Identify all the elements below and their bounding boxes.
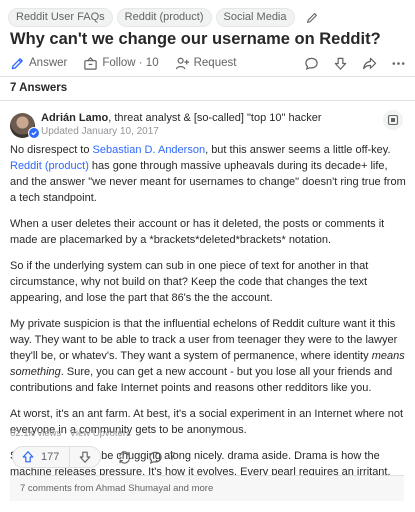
divider bbox=[0, 100, 415, 101]
downvote-arrow-icon bbox=[79, 451, 91, 463]
comments-preview[interactable]: 7 comments from Ahmad Shumayal and more bbox=[10, 475, 404, 501]
answer-timestamp[interactable]: Updated January 10, 2017 bbox=[41, 126, 159, 137]
bookmark-icon bbox=[387, 114, 399, 126]
edit-pencil-icon[interactable] bbox=[305, 11, 319, 25]
views-count[interactable]: 62.1K views · View Upvoters bbox=[10, 428, 131, 439]
author-line: Adrián Lamo, threat analyst & [so-called… bbox=[41, 112, 322, 124]
request-label: Request bbox=[193, 57, 237, 69]
reshare-icon bbox=[119, 450, 131, 464]
author-name[interactable]: Adrián Lamo bbox=[41, 112, 108, 124]
answer-paragraph: When a user deletes their account or has… bbox=[10, 218, 385, 246]
topic-list: Reddit User FAQs Reddit (product) Social… bbox=[8, 8, 319, 27]
answer-pencil-icon bbox=[11, 57, 23, 69]
request-button[interactable]: Request bbox=[175, 56, 237, 71]
comments-button[interactable]: 7 bbox=[148, 450, 175, 465]
answer-paragraph: My private suspicion is that the influen… bbox=[10, 318, 405, 394]
upvote-arrow-icon bbox=[22, 451, 34, 463]
answer-button[interactable]: Answer bbox=[10, 56, 67, 71]
share-icon[interactable] bbox=[362, 56, 377, 71]
topic-chip[interactable]: Reddit User FAQs bbox=[8, 8, 113, 27]
comments-count: 7 bbox=[169, 451, 176, 463]
share-reshare-button[interactable] bbox=[117, 450, 132, 465]
answer-paragraph: No disrespect to Sebastian D. Anderson, … bbox=[10, 144, 406, 204]
downvote-icon[interactable] bbox=[333, 56, 348, 71]
follow-button[interactable]: Follow · 10 bbox=[83, 56, 159, 71]
comment-icon[interactable] bbox=[304, 56, 319, 71]
question-title[interactable]: Why can't we change our username on Redd… bbox=[10, 30, 381, 49]
mention-link[interactable]: Sebastian D. Anderson bbox=[93, 144, 206, 156]
answer-paragraph: So if the underlying system can sub in o… bbox=[10, 260, 369, 304]
comment-bubble-icon bbox=[149, 451, 163, 464]
follow-label: Follow · 10 bbox=[102, 57, 159, 69]
more-options-icon[interactable] bbox=[391, 56, 406, 71]
author-credential: , threat analyst & [so-called] "top 10" … bbox=[108, 112, 322, 124]
topic-chip[interactable]: Reddit (product) bbox=[116, 8, 212, 27]
request-person-plus-icon bbox=[175, 57, 189, 69]
question-secondary-actions bbox=[304, 56, 406, 71]
question-actions: Answer Follow · 10 Request bbox=[10, 54, 406, 72]
follow-icon bbox=[84, 56, 98, 70]
answer-action-bar: 177 7 bbox=[12, 446, 175, 468]
downvote-button[interactable] bbox=[70, 447, 100, 467]
answers-count: 7 Answers bbox=[10, 82, 68, 94]
upvote-button[interactable]: 177 bbox=[13, 447, 71, 467]
topic-link[interactable]: Reddit (product) bbox=[10, 160, 89, 172]
answer-more-button[interactable] bbox=[383, 110, 403, 130]
verified-badge-icon bbox=[28, 127, 40, 139]
vote-pill: 177 bbox=[12, 446, 102, 468]
upvote-count: 177 bbox=[41, 451, 60, 463]
divider bbox=[0, 76, 415, 77]
topic-chip[interactable]: Social Media bbox=[215, 8, 295, 27]
answer-label: Answer bbox=[29, 57, 68, 69]
